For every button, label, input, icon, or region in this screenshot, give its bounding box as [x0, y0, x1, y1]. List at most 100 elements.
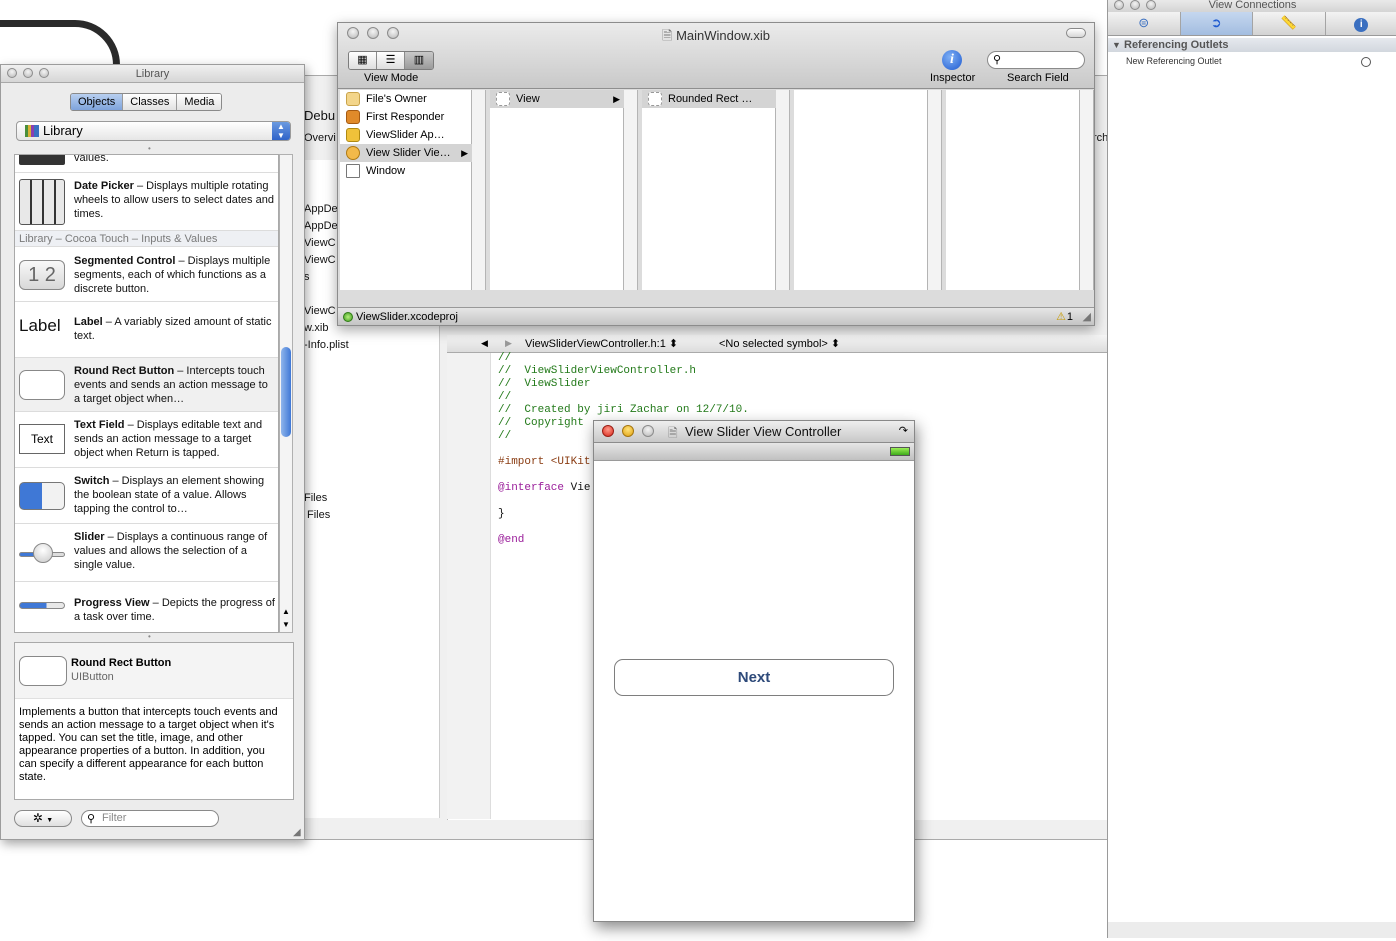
view-controller-icon [346, 146, 360, 160]
list-item[interactable]: Window [340, 162, 405, 180]
code-line: // [498, 430, 512, 442]
resize-grip-icon[interactable]: ◢ [293, 827, 301, 838]
segmented-control-icon: 1 2 [19, 260, 65, 290]
round-rect-button-icon [19, 370, 65, 400]
list-item[interactable]: Slider – Displays a continuous range of … [15, 524, 278, 582]
text-field-icon: Text [19, 424, 65, 454]
file-fragment[interactable]: -Info.plist [304, 339, 349, 351]
list-item-selected[interactable]: View ▶ [490, 90, 624, 108]
warning-icon[interactable]: ⚠ [1056, 308, 1066, 326]
list-item[interactable]: Text Text Field – Displays editable text… [15, 412, 278, 468]
tab-identity[interactable]: i [1326, 12, 1396, 35]
browser-column-1[interactable]: File's Owner First Responder ViewSlider … [340, 90, 472, 290]
books-icon [25, 125, 39, 137]
list-item-selected[interactable]: Round Rect Button – Intercepts touch eve… [15, 358, 278, 412]
resize-grip-icon[interactable]: ◢ [1083, 308, 1091, 326]
xib-toolbar: 🗎 MainWindow.xib ▦ ☰ ▥ View Mode i Inspe… [338, 23, 1094, 89]
view-mode-control[interactable]: ▦ ☰ ▥ [348, 51, 434, 70]
file-fragment[interactable]: ViewC [304, 254, 336, 266]
tab-size[interactable]: 📏 [1253, 12, 1326, 35]
file-fragment[interactable]: ViewC [304, 237, 336, 249]
file-fragment[interactable]: AppDe [304, 203, 338, 215]
inspector-icon[interactable]: i [942, 50, 962, 70]
list-item[interactable]: Date Picker – Displays multiple rotating… [15, 173, 278, 231]
tab-fragment: Overvi [304, 132, 336, 144]
list-item[interactable]: ViewSlider Ap… [340, 126, 445, 144]
rotate-icon[interactable]: ↷ [899, 424, 908, 437]
section-header: Library – Cocoa Touch – Inputs & Values [15, 231, 278, 247]
referencing-outlets-header[interactable]: ▼ Referencing Outlets [1108, 38, 1396, 52]
column-1-scrollbar[interactable] [472, 90, 486, 290]
column-view-icon[interactable]: ▥ [405, 52, 433, 69]
close-button[interactable] [7, 68, 17, 78]
file-fragment[interactable]: w.xib [304, 322, 328, 334]
close-button[interactable] [602, 425, 614, 437]
zoom-button[interactable] [39, 68, 49, 78]
window-title: 🗎 MainWindow.xib [661, 28, 770, 43]
library-object-list[interactable]: values. Date Picker – Displays multiple … [14, 154, 279, 633]
list-view-icon[interactable]: ☰ [377, 52, 405, 69]
scroll-up-icon[interactable]: ▲ [282, 607, 290, 616]
tab-media[interactable]: Media [177, 94, 222, 110]
column-2-scrollbar[interactable] [624, 90, 638, 290]
gear-menu-button[interactable]: ✲ ▼ [14, 810, 72, 827]
code-line: @end [498, 534, 525, 546]
list-item-selected[interactable]: Rounded Rect … [642, 90, 776, 108]
list-item-selected[interactable]: View Slider Vie… ▶ [340, 144, 472, 162]
minimize-button[interactable] [23, 68, 33, 78]
list-item[interactable]: File's Owner [340, 90, 427, 108]
file-fragment[interactable]: AppDe [304, 220, 338, 232]
view-icon [496, 92, 510, 106]
symbol-popup[interactable]: <No selected symbol> ⬍ [719, 337, 840, 350]
group-fragment[interactable]: Files [307, 509, 330, 521]
file-popup[interactable]: ViewSliderViewController.h:1 ⬍ [525, 337, 678, 350]
outlet-connection-circle[interactable] [1361, 57, 1371, 67]
split-handle-icon[interactable]: • [148, 144, 151, 153]
library-popup[interactable]: Library ▲ ▼ [16, 121, 291, 141]
detail-class: UIButton [71, 671, 114, 683]
split-handle-icon[interactable]: • [148, 632, 151, 641]
list-item[interactable]: 1 2 Segmented Control – Displays multipl… [15, 248, 278, 302]
project-name: ViewSlider.xcodeproj [356, 311, 458, 323]
close-button[interactable] [1114, 0, 1124, 10]
icon-view-icon[interactable]: ▦ [349, 52, 377, 69]
browser-column-2[interactable]: View ▶ [490, 90, 624, 290]
back-arrow-icon[interactable]: ◀ [481, 338, 488, 349]
toolbar-toggle-button[interactable] [1066, 28, 1086, 38]
zoom-button[interactable] [1146, 0, 1156, 10]
list-item[interactable]: Progress View – Depicts the progress of … [15, 582, 278, 632]
list-item[interactable]: values. [15, 155, 278, 173]
minimize-button[interactable] [622, 425, 634, 437]
popup-value: Library [43, 123, 83, 138]
minimize-button[interactable] [1130, 0, 1140, 10]
tab-classes[interactable]: Classes [123, 94, 178, 110]
xib-status-bar: ViewSlider.xcodeproj ⚠ 1 ◢ [338, 307, 1094, 325]
tab-attributes[interactable]: ⊜ [1108, 12, 1181, 35]
zoom-button[interactable] [642, 425, 654, 437]
search-input[interactable]: ⚲ [987, 51, 1085, 69]
scroll-down-icon[interactable]: ▼ [282, 620, 290, 629]
browser-column-3[interactable]: Rounded Rect … [642, 90, 776, 290]
new-referencing-outlet-label: New Referencing Outlet [1126, 56, 1222, 66]
disclosure-triangle-icon[interactable]: ▼ [1112, 38, 1121, 52]
browser-column-5[interactable] [946, 90, 1080, 290]
label-icon: Label [19, 316, 61, 335]
browser-column-4[interactable] [794, 90, 928, 290]
group-fragment[interactable]: Files [304, 492, 327, 504]
disclosure-arrow-icon: ▶ [613, 94, 620, 104]
column-5-scrollbar[interactable] [1080, 90, 1094, 290]
list-item[interactable]: Label Label – A variably sized amount of… [15, 302, 278, 358]
panel-title: Library [135, 68, 170, 80]
file-fragment[interactable]: ViewC [304, 305, 336, 317]
tab-objects[interactable]: Objects [71, 94, 124, 110]
forward-arrow-icon[interactable]: ▶ [505, 338, 512, 349]
list-item[interactable]: First Responder [340, 108, 444, 126]
tab-connections[interactable]: ➲ [1180, 12, 1253, 35]
filter-input[interactable]: Filter [81, 810, 219, 827]
next-button[interactable]: Next [614, 659, 894, 696]
scrollbar-thumb[interactable] [281, 347, 291, 437]
column-4-scrollbar[interactable] [928, 90, 942, 290]
column-3-scrollbar[interactable] [776, 90, 790, 290]
detail-title: Round Rect Button [71, 657, 172, 669]
list-item[interactable]: Switch – Displays an element showing the… [15, 468, 278, 524]
